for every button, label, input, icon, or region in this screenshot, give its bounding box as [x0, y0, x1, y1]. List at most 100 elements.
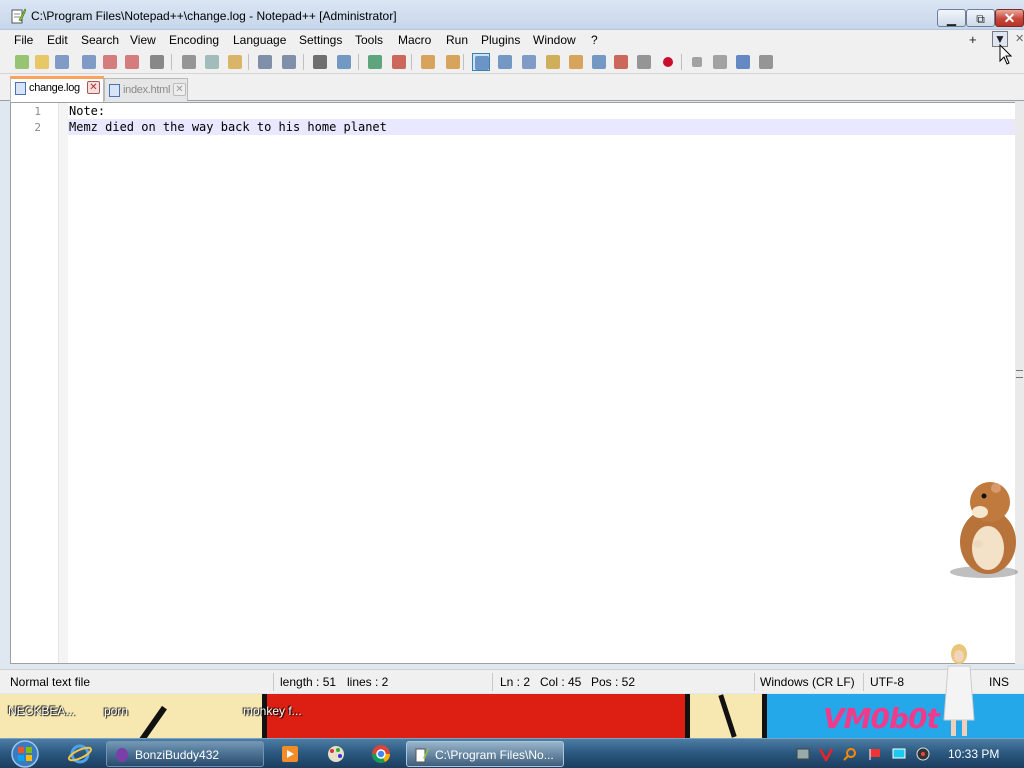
indent-guide-icon [522, 55, 536, 69]
run-macro-multiple-icon [736, 55, 750, 69]
toolbar-separator [411, 54, 412, 70]
maximize-button[interactable]: ⧉ [966, 9, 995, 27]
record-macro-icon [663, 57, 673, 67]
function-list-button[interactable] [590, 53, 608, 71]
playback-macro-icon [713, 55, 727, 69]
new-file-button[interactable] [13, 53, 31, 71]
new-tab-plus-button[interactable]: + [969, 32, 977, 47]
tray-device-icon[interactable] [796, 747, 810, 761]
taskbar: BonziBuddy432 C:\Program Files\No... 10:… [0, 738, 1024, 768]
status-bar: Normal text file length : 51 lines : 2 L… [0, 669, 1024, 693]
user-defined-language-button[interactable] [544, 53, 562, 71]
menu-view[interactable]: View [130, 33, 156, 47]
replace-button[interactable] [335, 53, 353, 71]
save-macro-icon [759, 55, 773, 69]
user-defined-language-icon [546, 55, 560, 69]
print-icon [150, 55, 164, 69]
tab-label: change.log [29, 82, 80, 94]
close-button[interactable] [101, 53, 119, 71]
desktop-icon-monkey[interactable]: monkey f... [243, 704, 302, 718]
wallpaper-stroke [762, 694, 767, 738]
save-macro-button[interactable] [757, 53, 775, 71]
minimize-button[interactable]: ▁ [937, 9, 966, 27]
new-file-icon [15, 55, 29, 69]
taskbar-button-notepad[interactable]: C:\Program Files\No... [406, 741, 564, 767]
menu-macro[interactable]: Macro [398, 33, 431, 47]
taskbar-button-bonzibuddy[interactable]: BonziBuddy432 [106, 741, 264, 767]
folder-as-workspace-button[interactable] [612, 53, 630, 71]
tray-v-icon[interactable] [819, 747, 833, 761]
paste-button[interactable] [226, 53, 244, 71]
document-map-icon [569, 55, 583, 69]
undo-button[interactable] [256, 53, 274, 71]
playback-macro-button[interactable] [711, 53, 729, 71]
sync-vertical-button[interactable] [419, 53, 437, 71]
open-file-button[interactable] [33, 53, 51, 71]
close-all-button[interactable] [123, 53, 141, 71]
menu-window[interactable]: Window [533, 33, 576, 47]
close-tab-icon[interactable]: ✕ [87, 81, 100, 94]
tray-flag-icon[interactable] [868, 747, 882, 761]
toolbar-separator [463, 54, 464, 70]
replace-icon [337, 55, 351, 69]
run-macro-multiple-button[interactable] [734, 53, 752, 71]
menu-run[interactable]: Run [446, 33, 468, 47]
indent-guide-button[interactable] [520, 53, 538, 71]
tray-network-icon[interactable] [892, 747, 906, 761]
taskbar-clock[interactable]: 10:33 PM [948, 747, 999, 761]
close-tab-icon[interactable]: ✕ [173, 83, 186, 96]
redo-button[interactable] [280, 53, 298, 71]
record-macro-button[interactable] [659, 53, 677, 71]
status-separator [863, 673, 864, 691]
hamster-image [950, 482, 1018, 578]
close-all-icon [125, 55, 139, 69]
scroll-grip[interactable] [1016, 370, 1023, 378]
menu-encoding[interactable]: Encoding [169, 33, 219, 47]
code-line[interactable]: Note: [68, 103, 1016, 119]
cut-button[interactable] [180, 53, 198, 71]
zoom-out-button[interactable] [390, 53, 408, 71]
window-title: C:\Program Files\Notepad++\change.log - … [31, 9, 397, 23]
word-wrap-button[interactable] [472, 53, 490, 71]
toolbar-separator [248, 54, 249, 70]
close-window-button[interactable]: ✕ [995, 9, 1024, 27]
document-map-button[interactable] [567, 53, 585, 71]
paint-icon[interactable] [316, 742, 356, 766]
print-button[interactable] [148, 53, 166, 71]
menu-language[interactable]: Language [233, 33, 286, 47]
tab-change-log[interactable]: change.log ✕ [10, 76, 104, 102]
tray-volume-icon[interactable] [916, 747, 930, 761]
status-col: Col : 45 [540, 675, 582, 689]
find-button[interactable] [311, 53, 329, 71]
copy-button[interactable] [203, 53, 221, 71]
menu-tools[interactable]: Tools [355, 33, 383, 47]
menu-settings[interactable]: Settings [299, 33, 342, 47]
monitoring-button[interactable] [635, 53, 653, 71]
save-button[interactable] [53, 53, 71, 71]
save-all-button[interactable] [80, 53, 98, 71]
menu-edit[interactable]: Edit [47, 33, 68, 47]
stop-recording-button[interactable] [688, 53, 706, 71]
menu-search[interactable]: Search [81, 33, 119, 47]
code-line-current[interactable]: Memz died on the way back to his home pl… [68, 119, 1016, 135]
show-all-characters-button[interactable] [496, 53, 514, 71]
start-button-icon[interactable] [7, 739, 43, 768]
close-document-button[interactable]: ✕ [1015, 32, 1024, 45]
desktop-icon-neckbeard[interactable]: NECKBEA... [8, 704, 75, 718]
tab-index-html[interactable]: index.html ✕ [104, 78, 188, 101]
zoom-in-button[interactable] [366, 53, 384, 71]
taskbar-button-label: C:\Program Files\No... [435, 748, 554, 762]
file-icon [109, 84, 120, 97]
menu-file[interactable]: File [14, 33, 33, 47]
cut-icon [182, 55, 196, 69]
desktop-icon-porn[interactable]: porn [104, 704, 128, 718]
sync-horizontal-button[interactable] [444, 53, 462, 71]
toolbar [0, 50, 1024, 74]
menu-plugins[interactable]: Plugins [481, 33, 520, 47]
editor[interactable]: 1 2 Note: Memz died on the way back to h… [10, 102, 1017, 664]
menu-help[interactable]: ? [591, 33, 598, 47]
chrome-icon[interactable] [361, 742, 401, 766]
internet-explorer-icon[interactable] [60, 742, 100, 766]
tray-search-icon[interactable] [843, 747, 857, 761]
media-player-icon[interactable] [270, 742, 310, 766]
